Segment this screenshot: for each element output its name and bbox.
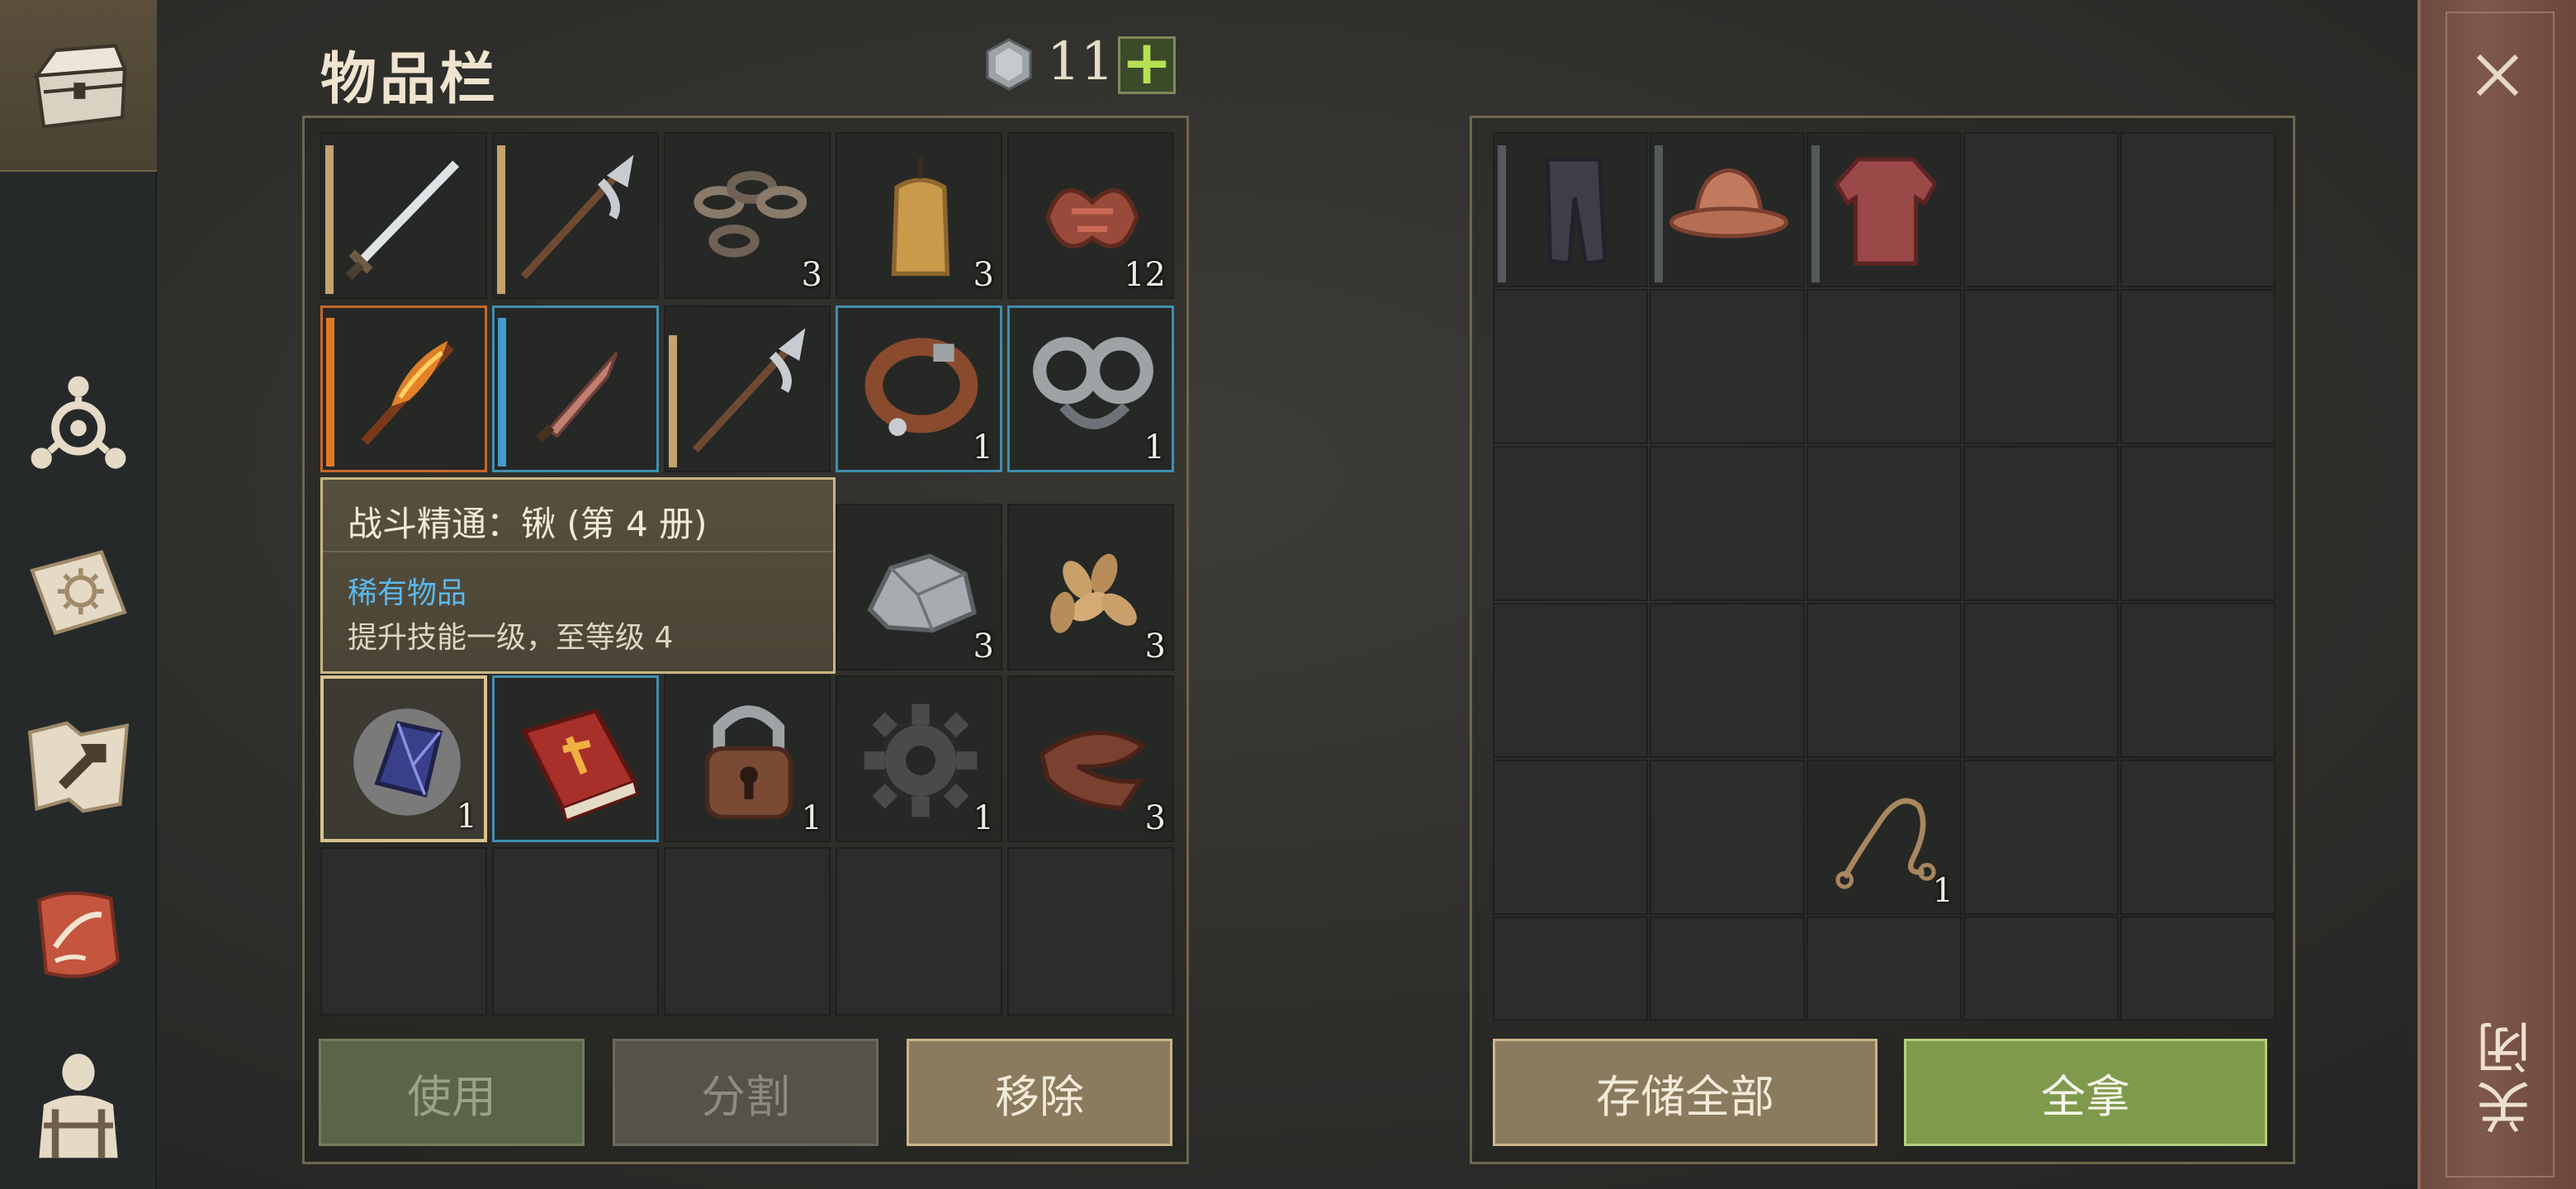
storage-slot-empty[interactable] (2120, 289, 2275, 444)
storage-slot-empty[interactable] (1963, 760, 2119, 915)
split-button[interactable]: 分割 (613, 1039, 878, 1146)
pants-icon (1545, 157, 1608, 266)
inventory-slot[interactable]: 1 (836, 675, 1002, 842)
storage-slot-empty[interactable] (1807, 603, 1962, 758)
storage-slot-empty[interactable] (1963, 917, 2119, 1021)
tooltip-divider (323, 551, 833, 552)
storage-slot-empty[interactable] (2120, 917, 2275, 1021)
storage-slot-empty[interactable] (1650, 760, 1805, 915)
close-icon[interactable] (2469, 46, 2526, 104)
crafting-icon[interactable] (18, 707, 139, 827)
storage-slot-empty[interactable] (1807, 917, 1962, 1021)
storage-slot-empty[interactable] (1493, 289, 1648, 444)
add-coins-button[interactable]: + (1118, 32, 1176, 94)
storage-slot-empty[interactable] (1963, 603, 2119, 758)
inventory-title: 物品栏 (320, 47, 500, 112)
tab-inventory[interactable] (0, 0, 157, 172)
tooltip-title: 战斗精通：锹 (第 4 册) (348, 504, 708, 544)
item-quantity: 1 (972, 429, 993, 467)
storage-slot-empty[interactable] (1650, 917, 1805, 1021)
storage-slot-empty[interactable] (1963, 289, 2119, 444)
close-label[interactable]: 关闭 (2469, 1016, 2540, 1135)
dagger-icon (536, 352, 618, 443)
sidebar (0, 0, 157, 1189)
storage-slot-empty[interactable] (1493, 760, 1648, 915)
storage-slot-empty[interactable] (1963, 446, 2119, 601)
item-quantity: 3 (1144, 799, 1166, 837)
take-all-button[interactable]: 全拿 (1904, 1039, 2267, 1146)
character-icon[interactable] (18, 1042, 139, 1163)
inventory-slot-empty[interactable] (664, 847, 831, 1016)
inventory-slot[interactable] (492, 675, 659, 842)
inventory-slot[interactable]: 3 (1007, 504, 1174, 670)
inventory-slot[interactable] (320, 132, 487, 299)
inventory-slot[interactable] (664, 306, 831, 472)
storage-slot-empty[interactable] (2120, 446, 2275, 601)
scroll-icon[interactable] (18, 875, 139, 996)
halberd-icon (520, 154, 634, 280)
close-panel[interactable] (2417, 0, 2576, 1189)
tooltip-rarity: 稀有物品 (348, 576, 467, 610)
inventory-slot[interactable]: 3 (836, 132, 1002, 299)
helmet-icon (1669, 168, 1789, 239)
sword-icon (345, 160, 460, 280)
storage-slot[interactable]: 1 (1807, 760, 1962, 915)
item-quantity: 1 (1932, 872, 1953, 910)
item-quantity: 1 (1144, 429, 1165, 467)
inventory-slot[interactable] (320, 306, 487, 472)
storage-slot[interactable] (1807, 132, 1962, 287)
item-quantity: 1 (973, 799, 994, 837)
inventory-slot-empty[interactable] (320, 847, 487, 1016)
inventory-slot-selected[interactable]: 1 (320, 675, 487, 842)
storage-slot-empty[interactable] (1493, 603, 1648, 758)
storage-slot-empty[interactable] (1650, 289, 1805, 444)
storage-slot-empty[interactable] (1807, 289, 1962, 444)
skills-icon[interactable] (18, 363, 139, 484)
item-quantity: 1 (456, 798, 477, 836)
halberd-icon (692, 328, 806, 453)
inventory-slot[interactable]: 12 (1007, 132, 1174, 299)
item-quantity: 1 (801, 799, 822, 837)
remove-button[interactable]: 移除 (907, 1039, 1172, 1146)
storage-slot-empty[interactable] (2120, 760, 2275, 915)
inventory-slot[interactable]: 3 (836, 504, 1002, 670)
inventory-slot-empty[interactable] (492, 847, 659, 1016)
storage-slot-empty[interactable] (2120, 132, 2275, 287)
chest-icon (18, 25, 139, 145)
item-quantity: 3 (801, 256, 822, 294)
inventory-slot[interactable]: 3 (664, 132, 831, 299)
inventory-slot[interactable] (492, 132, 659, 299)
chainmail-icon (1834, 157, 1938, 266)
item-quantity: 3 (973, 628, 994, 666)
coin-icon (986, 38, 1032, 91)
storage-slot-empty[interactable] (1493, 446, 1648, 601)
storage-slot-empty[interactable] (1493, 917, 1648, 1021)
item-quantity: 3 (973, 256, 994, 294)
storage-slot-empty[interactable] (1650, 603, 1805, 758)
inventory-slot[interactable]: 1 (836, 306, 1002, 472)
storage-slot-empty[interactable] (1650, 446, 1805, 601)
inventory-slot-empty[interactable] (1007, 847, 1174, 1016)
item-quantity: 3 (1144, 628, 1166, 666)
coin-count: 11 (1047, 31, 1115, 92)
storage-slot[interactable] (1650, 132, 1805, 287)
close-panel-border (2446, 12, 2555, 1177)
storage-slot[interactable] (1493, 132, 1648, 287)
item-tooltip: 战斗精通：锹 (第 4 册) 稀有物品 提升技能一级，至等级 4 (320, 477, 836, 674)
inventory-slot[interactable]: 1 (664, 675, 831, 842)
item-quantity: 12 (1124, 256, 1166, 294)
inventory-slot[interactable] (492, 306, 659, 472)
store-all-button[interactable]: 存储全部 (1493, 1039, 1878, 1146)
book-icon (521, 708, 640, 823)
use-button[interactable]: 使用 (319, 1039, 585, 1146)
journal-icon[interactable] (18, 533, 139, 654)
storage-slot-empty[interactable] (2120, 603, 2275, 758)
inventory-slot[interactable]: 3 (1007, 675, 1174, 842)
tooltip-description: 提升技能一级，至等级 4 (348, 621, 674, 655)
inventory-slot[interactable]: 1 (1007, 306, 1174, 472)
fire-sword-icon (361, 340, 455, 445)
inventory-slot-empty[interactable] (836, 847, 1002, 1016)
storage-slot-empty[interactable] (1963, 132, 2119, 287)
storage-slot-empty[interactable] (1807, 446, 1962, 601)
